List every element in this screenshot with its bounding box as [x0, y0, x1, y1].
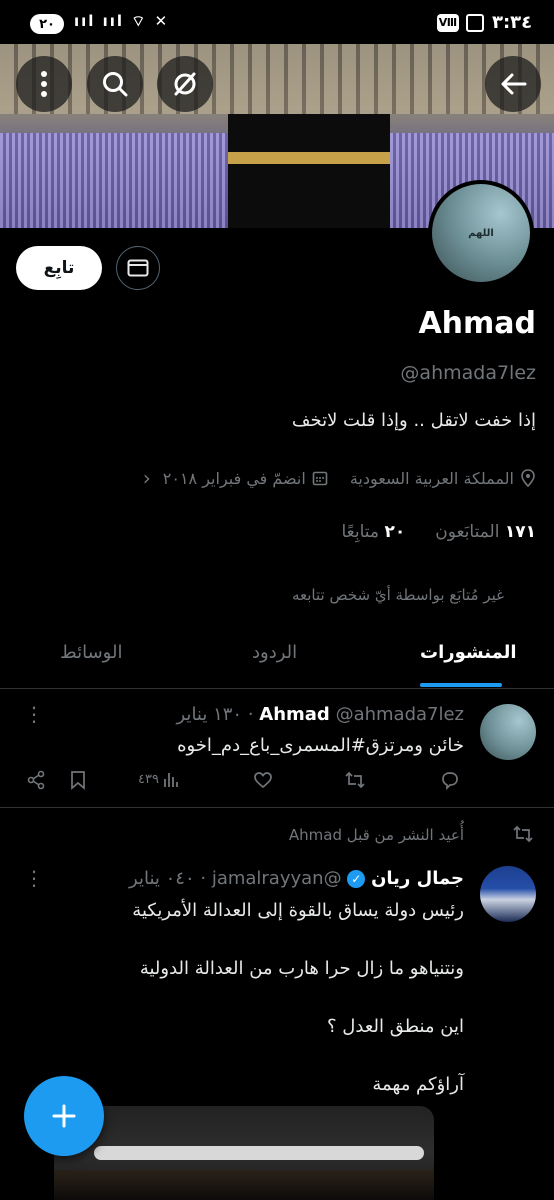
not-followed-note: غير مُتابَع بواسطة أيّ شخص تتابعه	[291, 586, 504, 604]
follow-button[interactable]: تابِع	[16, 246, 102, 290]
envelope-icon	[127, 259, 149, 277]
tweet-line: رئيس دولة يساق بالقوة إلى العدالة الأمري…	[132, 900, 464, 921]
hide-button[interactable]	[157, 56, 213, 112]
plus-icon	[52, 1104, 76, 1128]
tweet-avatar[interactable]	[480, 704, 536, 760]
share-icon	[27, 770, 45, 790]
tweet-line: ونتنياهو ما زال حرا هارب من العدالة الدو…	[139, 958, 464, 979]
followers-link[interactable]: ١٧١ المتابَعون	[435, 522, 536, 542]
bookmark-icon	[71, 771, 85, 790]
tweet-line: اين منطق العدل ؟	[327, 1016, 464, 1037]
following-link[interactable]: ٢٠ متابِعًا	[342, 522, 406, 542]
views-icon	[164, 773, 178, 787]
tweet-text: خائن ومرتزق#المسمرى_باع_دم_اخوه	[177, 735, 464, 756]
tab-media[interactable]: الوسائط	[60, 642, 122, 663]
verified-badge-icon: ✓	[347, 870, 366, 888]
tweet-header: Ahmad @ahmada7lez · ١٣٠ يناير	[176, 704, 465, 725]
clock: ٣:٣٤	[492, 12, 533, 33]
search-button[interactable]	[87, 56, 143, 112]
status-bar: ٢٠ ııl ııl ⌔ ✕ Ⅷ ٣:٣٤	[0, 0, 554, 44]
app-badge-icon: Ⅷ	[437, 14, 459, 32]
retweet-indicator-icon	[513, 825, 533, 843]
tweet-line: آراؤكم مهمة	[372, 1074, 464, 1095]
reply-icon	[442, 772, 458, 790]
reply-button[interactable]	[440, 770, 460, 790]
tab-posts[interactable]: المنشورات	[420, 642, 517, 663]
calendar-icon	[312, 471, 328, 486]
bookmark-button[interactable]	[70, 770, 86, 790]
search-icon	[103, 72, 128, 97]
screenshot-icon	[466, 14, 484, 32]
profile-name: Ahmad	[418, 306, 536, 341]
active-tab-indicator	[420, 683, 502, 687]
eye-slash-icon	[174, 72, 196, 96]
follow-counts[interactable]: ١٧١ المتابَعون ٢٠ متابِعًا	[342, 522, 537, 542]
compose-button[interactable]	[24, 1076, 104, 1156]
tweet-date: ٠٤٠ يناير	[129, 868, 195, 889]
media-airplane	[94, 1146, 424, 1160]
tweet-avatar[interactable]	[480, 866, 536, 922]
tab-replies[interactable]: الردود	[252, 642, 297, 663]
avatar-caption: اللهم	[432, 184, 530, 282]
more-vertical-icon	[41, 71, 47, 97]
tweet-date: ١٣٠ يناير	[176, 704, 243, 725]
retweet-label: أُعيد النشر من قبل Ahmad	[288, 826, 464, 844]
retweet-button[interactable]	[344, 770, 366, 790]
profile-avatar[interactable]: اللهم	[428, 180, 534, 286]
signal-icons: ııl ııl ⌔ ✕	[74, 12, 170, 30]
views-button[interactable]: ٤٣٩	[138, 770, 179, 788]
more-options-button[interactable]	[16, 56, 72, 112]
banner-colonnade	[0, 44, 554, 114]
banner-kaaba	[228, 114, 390, 228]
retweet-icon	[345, 771, 365, 789]
tweet-more-icon[interactable]: ⋮	[24, 866, 44, 890]
profile-bio: إذا خفت لاتقل .. وإذا قلت لاتخف	[291, 410, 536, 431]
tweet-handle: @ahmada7lez	[335, 704, 464, 725]
views-count: ٤٣٩	[138, 771, 159, 787]
tabs-divider	[0, 688, 554, 689]
tweet-author: جمال ريان	[371, 868, 464, 889]
back-arrow-icon	[501, 73, 527, 95]
profile-joined: انضمّ في فبراير ٢٠١٨	[162, 468, 306, 488]
tweet-more-icon[interactable]: ⋮	[24, 702, 44, 726]
share-button[interactable]	[26, 770, 46, 790]
profile-meta: المملكة العربية السعودية انضمّ في فبراير…	[143, 466, 536, 490]
tweet-handle: @jamalrayyan	[211, 868, 342, 889]
like-button[interactable]	[253, 770, 273, 790]
back-button[interactable]	[485, 56, 541, 112]
media-ground	[54, 1170, 434, 1200]
profile-handle: @ahmada7lez	[400, 362, 536, 384]
tweet-author: Ahmad	[259, 704, 330, 725]
tweet-header: جمال ريان ✓ @jamalrayyan · ٠٤٠ يناير	[129, 868, 464, 889]
tweet-divider	[0, 807, 554, 808]
tweet-media[interactable]	[54, 1106, 434, 1200]
notification-count-badge: ٢٠	[30, 14, 64, 34]
profile-location: المملكة العربية السعودية	[349, 468, 514, 488]
location-pin-icon	[521, 469, 535, 487]
message-button[interactable]	[116, 246, 160, 290]
chevron-left-icon[interactable]: ‹	[143, 466, 151, 490]
heart-icon	[254, 772, 272, 789]
